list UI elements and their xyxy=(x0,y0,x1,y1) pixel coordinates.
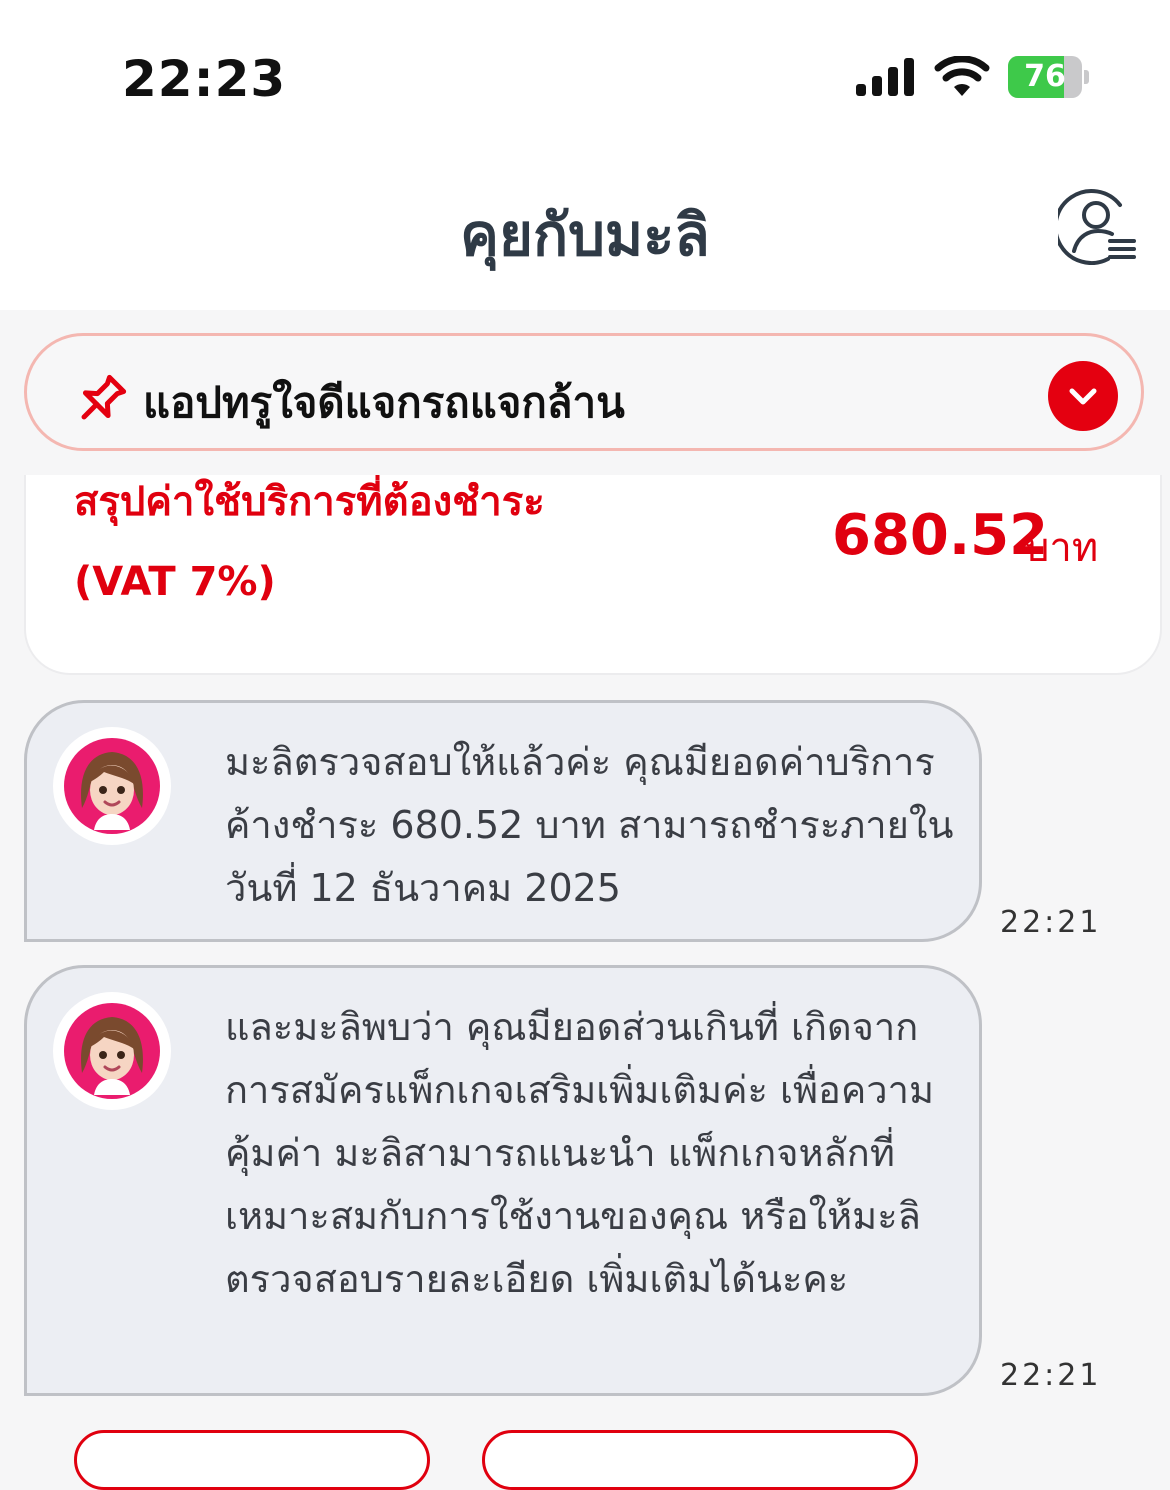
chat-message: และมะลิพบว่า คุณมียอดส่วนเกินที่ เกิดจาก… xyxy=(24,965,982,1396)
chat-message: มะลิตรวจสอบให้แล้วค่ะ คุณมียอดค่าบริการค… xyxy=(24,700,982,942)
message-text: มะลิตรวจสอบให้แล้วค่ะ คุณมียอดค่าบริการค… xyxy=(225,740,954,910)
summary-amount: 680.52 xyxy=(832,503,1049,568)
message-timestamp: 22:21 xyxy=(1000,1358,1102,1393)
summary-vat-note: (VAT 7%) xyxy=(74,559,276,605)
cellular-signal-icon xyxy=(856,58,914,96)
billing-summary-card: สรุปค่าใช้บริการที่ต้องชำระ (VAT 7%) 680… xyxy=(24,475,1162,675)
profile-menu-icon[interactable] xyxy=(1058,185,1138,265)
message-text: และมะลิพบว่า คุณมียอดส่วนเกินที่ เกิดจาก… xyxy=(225,1005,934,1301)
summary-currency: บาท xyxy=(1024,525,1099,571)
mali-avatar xyxy=(53,992,171,1110)
banner-expand-button[interactable] xyxy=(1048,361,1118,431)
status-bar: 22:23 76 xyxy=(0,0,1170,150)
summary-label: สรุปค่าใช้บริการที่ต้องชำระ xyxy=(74,479,545,525)
battery-charging-icon: 76 xyxy=(1008,56,1089,98)
battery-level: 76 xyxy=(1024,59,1066,94)
page-title: คุยกับมะลิ xyxy=(460,201,710,269)
header: คุยกับมะลิ xyxy=(0,150,1170,310)
pinned-banner[interactable]: แอปทรูใจดีแจกรถแจกล้าน xyxy=(24,333,1144,451)
pin-icon xyxy=(81,374,127,420)
banner-text: แอปทรูใจดีแจกรถแจกล้าน xyxy=(143,378,625,427)
quick-reply-chip[interactable] xyxy=(74,1430,430,1490)
wifi-icon xyxy=(934,56,990,96)
mali-avatar xyxy=(53,727,171,845)
message-timestamp: 22:21 xyxy=(1000,905,1102,940)
quick-reply-chip[interactable] xyxy=(482,1430,918,1490)
chevron-down-icon xyxy=(1069,388,1097,405)
status-time: 22:23 xyxy=(122,50,287,108)
